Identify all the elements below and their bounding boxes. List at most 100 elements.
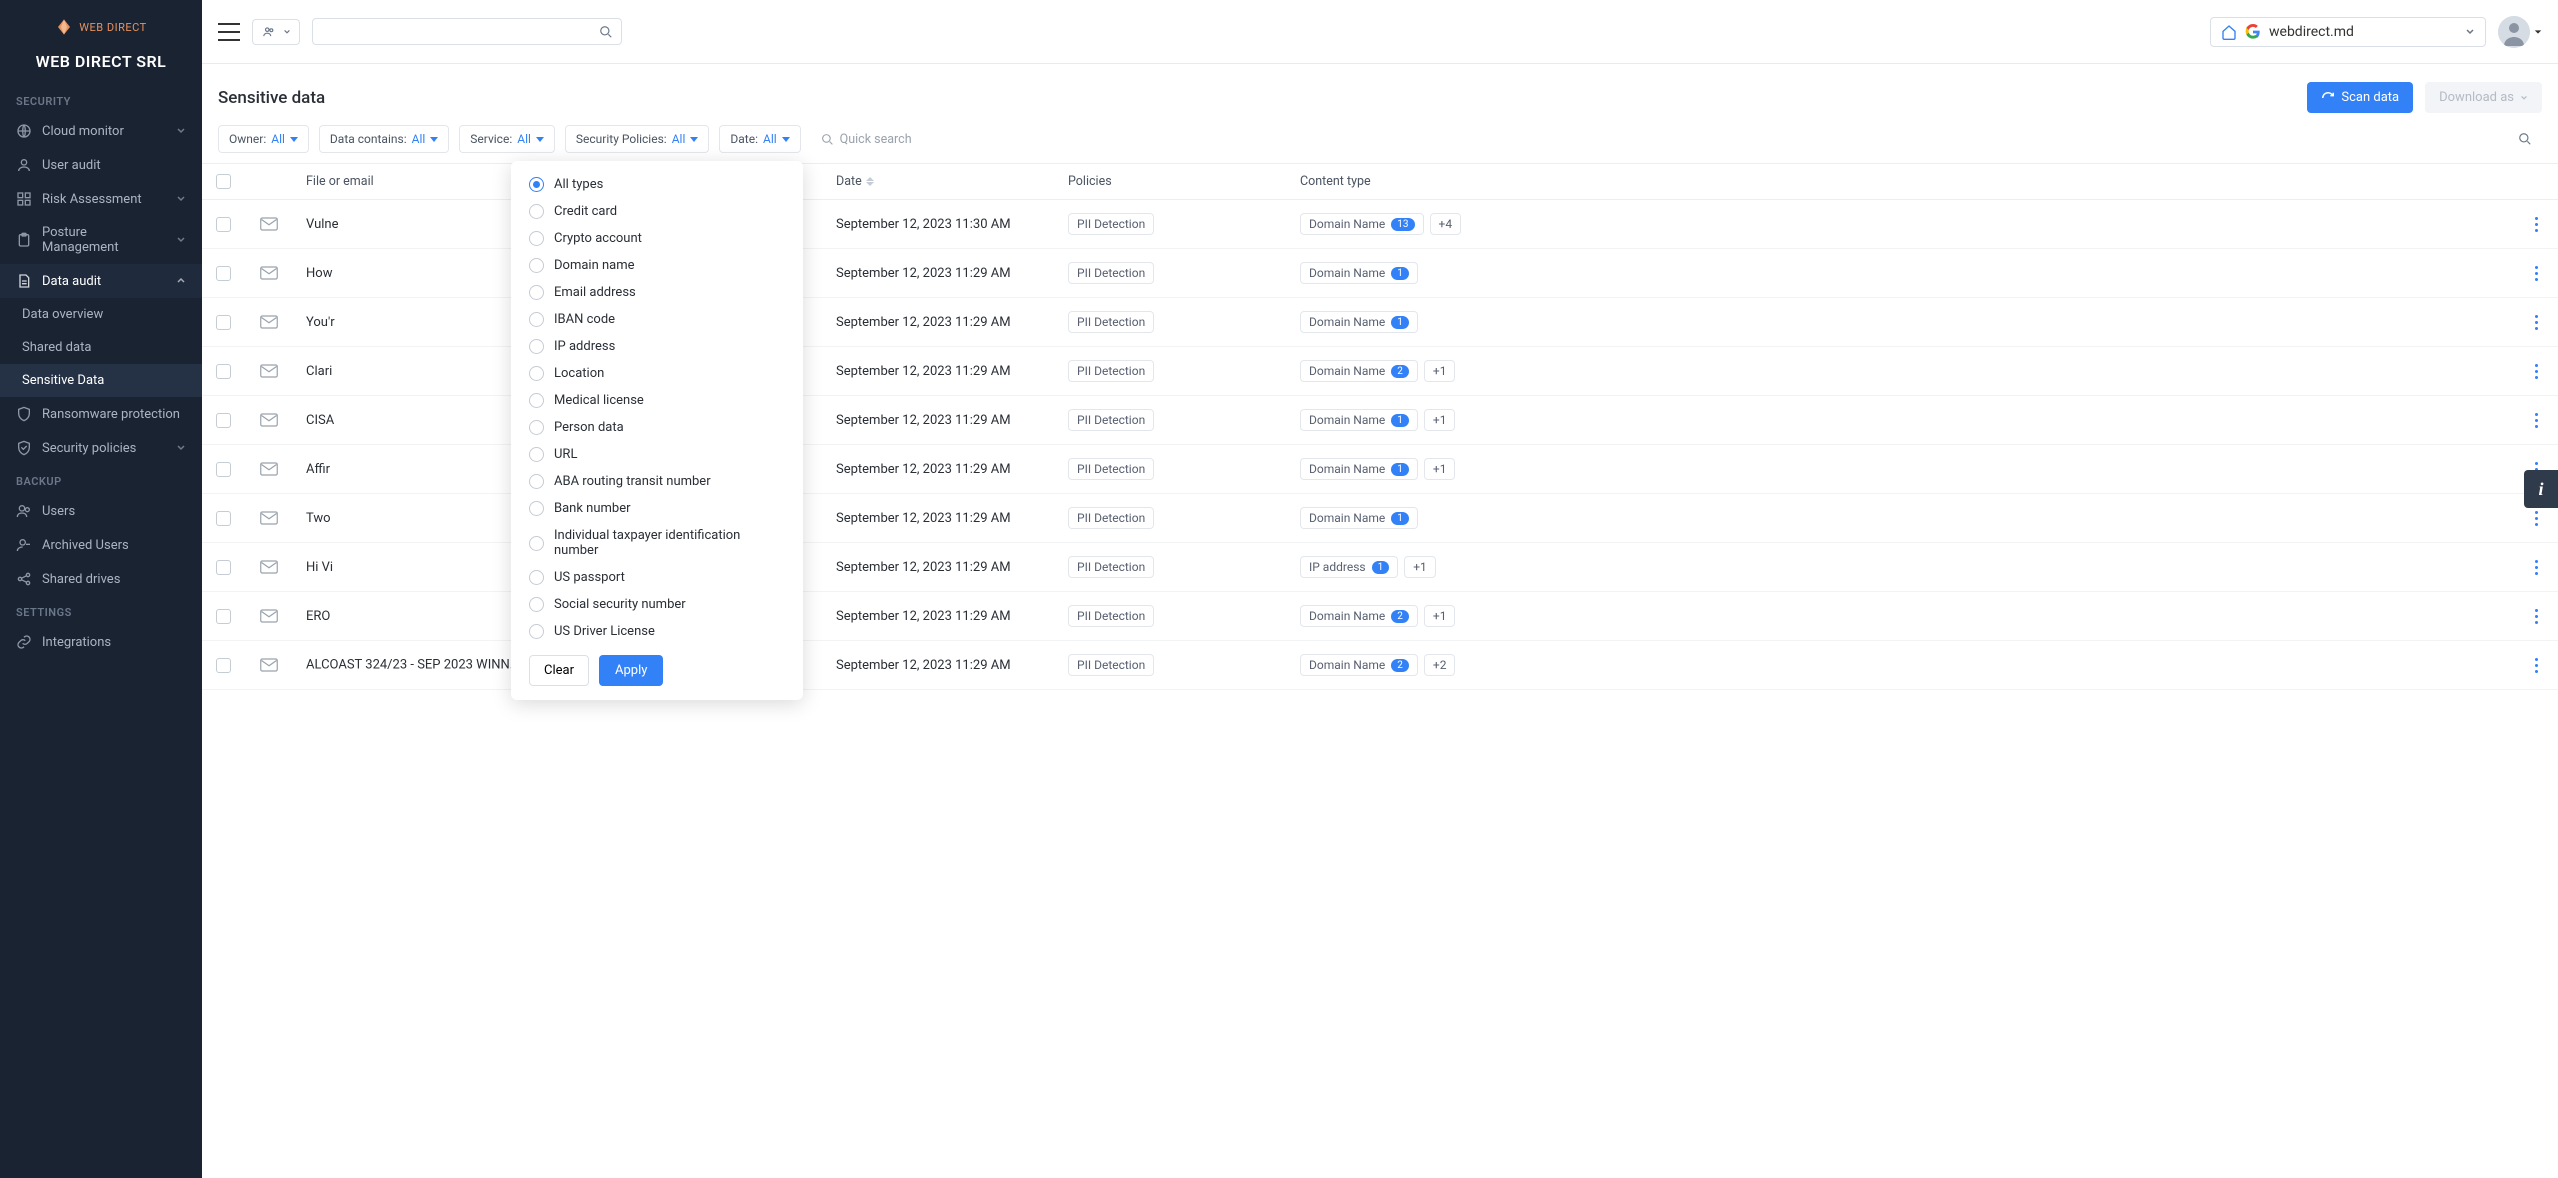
- row-menu[interactable]: [2528, 213, 2544, 236]
- content-type-pill[interactable]: Domain Name1: [1300, 262, 1418, 284]
- policy-pill[interactable]: PII Detection: [1068, 409, 1154, 431]
- row-checkbox[interactable]: [216, 560, 231, 575]
- row-checkbox[interactable]: [216, 658, 231, 673]
- select-all-checkbox[interactable]: [216, 174, 231, 189]
- extra-count-pill[interactable]: +2: [1424, 654, 1456, 676]
- row-menu[interactable]: [2528, 360, 2544, 383]
- policy-pill[interactable]: PII Detection: [1068, 213, 1154, 235]
- row-checkbox[interactable]: [216, 462, 231, 477]
- nav-users[interactable]: Users: [0, 494, 202, 528]
- dropdown-option[interactable]: IBAN code: [511, 306, 803, 333]
- extra-count-pill[interactable]: +1: [1424, 409, 1456, 431]
- row-checkbox[interactable]: [216, 217, 231, 232]
- content-type-pill[interactable]: Domain Name2: [1300, 360, 1418, 382]
- content-type-pill[interactable]: Domain Name1: [1300, 311, 1418, 333]
- dropdown-option[interactable]: Crypto account: [511, 225, 803, 252]
- dropdown-option[interactable]: ABA routing transit number: [511, 468, 803, 495]
- dropdown-option[interactable]: Person data: [511, 414, 803, 441]
- filter-security-policies[interactable]: Security Policies: All: [565, 125, 709, 153]
- dropdown-option[interactable]: Domain name: [511, 252, 803, 279]
- dropdown-option[interactable]: US passport: [511, 564, 803, 591]
- nav-posture-management[interactable]: Posture Management: [0, 216, 202, 264]
- domain-selector[interactable]: webdirect.md: [2210, 17, 2486, 47]
- row-menu[interactable]: [2528, 507, 2544, 530]
- policy-pill[interactable]: PII Detection: [1068, 556, 1154, 578]
- header-date[interactable]: Date: [822, 164, 1054, 200]
- dropdown-option[interactable]: Medical license: [511, 387, 803, 414]
- search-icon[interactable]: [2518, 132, 2532, 146]
- info-tab[interactable]: i: [2524, 470, 2558, 508]
- row-menu[interactable]: [2528, 556, 2544, 579]
- clear-button[interactable]: Clear: [529, 655, 589, 686]
- dropdown-option[interactable]: Social security number: [511, 591, 803, 618]
- nav-security-policies[interactable]: Security policies: [0, 431, 202, 465]
- scan-data-button[interactable]: Scan data: [2307, 82, 2413, 113]
- policy-pill[interactable]: PII Detection: [1068, 507, 1154, 529]
- nav-sensitive-data[interactable]: Sensitive Data: [0, 364, 202, 397]
- row-menu[interactable]: [2528, 654, 2544, 677]
- top-search[interactable]: [312, 18, 622, 45]
- top-search-input[interactable]: [321, 24, 591, 39]
- filter-service[interactable]: Service: All: [459, 125, 555, 153]
- dropdown-option[interactable]: Credit card: [511, 198, 803, 225]
- hamburger-menu[interactable]: [218, 23, 240, 41]
- nav-shared-drives[interactable]: Shared drives: [0, 562, 202, 596]
- dropdown-option[interactable]: IP address: [511, 333, 803, 360]
- quick-search[interactable]: [811, 126, 2542, 153]
- nav-risk-assessment[interactable]: Risk Assessment: [0, 182, 202, 216]
- extra-count-pill[interactable]: +1: [1424, 605, 1456, 627]
- extra-count-pill[interactable]: +1: [1404, 556, 1436, 578]
- row-menu[interactable]: [2528, 409, 2544, 432]
- dropdown-option[interactable]: URL: [511, 441, 803, 468]
- row-menu[interactable]: [2528, 311, 2544, 334]
- row-checkbox[interactable]: [216, 266, 231, 281]
- nav-data-audit[interactable]: Data audit: [0, 264, 202, 298]
- filter-data-contains[interactable]: Data contains: All: [319, 125, 449, 153]
- content-type-pill[interactable]: Domain Name13: [1300, 213, 1424, 235]
- content-type-pill[interactable]: Domain Name2: [1300, 654, 1418, 676]
- extra-count-pill[interactable]: +1: [1424, 360, 1456, 382]
- download-button[interactable]: Download as: [2425, 82, 2542, 113]
- policy-pill[interactable]: PII Detection: [1068, 605, 1154, 627]
- header-policies[interactable]: Policies: [1054, 164, 1286, 200]
- policy-pill[interactable]: PII Detection: [1068, 654, 1154, 676]
- dropdown-option[interactable]: Email address: [511, 279, 803, 306]
- extra-count-pill[interactable]: +1: [1424, 458, 1456, 480]
- content-type-pill[interactable]: Domain Name1: [1300, 507, 1418, 529]
- extra-count-pill[interactable]: +4: [1430, 213, 1462, 235]
- policy-pill[interactable]: PII Detection: [1068, 262, 1154, 284]
- dropdown-option[interactable]: All types: [511, 171, 803, 198]
- nav-data-overview[interactable]: Data overview: [0, 298, 202, 331]
- dropdown-option[interactable]: Bank number: [511, 495, 803, 522]
- user-selector[interactable]: [252, 19, 300, 45]
- row-checkbox[interactable]: [216, 364, 231, 379]
- filter-date[interactable]: Date: All: [719, 125, 800, 153]
- content-type-pill[interactable]: IP address1: [1300, 556, 1398, 578]
- apply-button[interactable]: Apply: [599, 655, 663, 686]
- row-checkbox[interactable]: [216, 315, 231, 330]
- row-checkbox[interactable]: [216, 413, 231, 428]
- dropdown-option[interactable]: US Driver License: [511, 618, 803, 645]
- row-menu[interactable]: [2528, 262, 2544, 285]
- nav-user-audit[interactable]: User audit: [0, 148, 202, 182]
- content-type-pill[interactable]: Domain Name1: [1300, 458, 1418, 480]
- row-menu[interactable]: [2528, 605, 2544, 628]
- nav-archived-users[interactable]: Archived Users: [0, 528, 202, 562]
- policy-pill[interactable]: PII Detection: [1068, 458, 1154, 480]
- nav-shared-data[interactable]: Shared data: [0, 331, 202, 364]
- policy-pill[interactable]: PII Detection: [1068, 311, 1154, 333]
- row-checkbox[interactable]: [216, 609, 231, 624]
- dropdown-option[interactable]: Location: [511, 360, 803, 387]
- nav-integrations[interactable]: Integrations: [0, 625, 202, 659]
- content-type-pill[interactable]: Domain Name1: [1300, 409, 1418, 431]
- avatar-menu[interactable]: [2498, 16, 2542, 48]
- nav-ransomware[interactable]: Ransomware protection: [0, 397, 202, 431]
- header-content-type[interactable]: Content type: [1286, 164, 2514, 200]
- filter-owner[interactable]: Owner: All: [218, 125, 309, 153]
- quick-search-input[interactable]: [840, 132, 2512, 147]
- content-type-pill[interactable]: Domain Name2: [1300, 605, 1418, 627]
- nav-cloud-monitor[interactable]: Cloud monitor: [0, 114, 202, 148]
- dropdown-option[interactable]: Individual taxpayer identification numbe…: [511, 522, 803, 564]
- row-checkbox[interactable]: [216, 511, 231, 526]
- policy-pill[interactable]: PII Detection: [1068, 360, 1154, 382]
